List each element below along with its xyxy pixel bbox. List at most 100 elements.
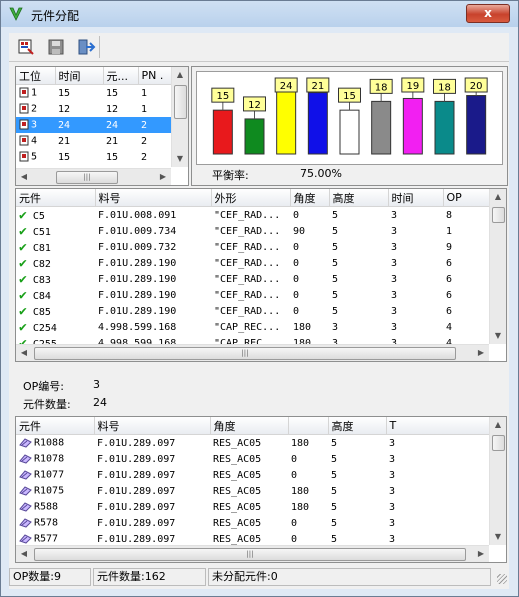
resistor-icon xyxy=(19,486,32,496)
scroll-thumb[interactable]: ||| xyxy=(34,548,466,561)
station-column-header[interactable]: 时间 xyxy=(55,67,104,85)
save-icon[interactable] xyxy=(45,37,67,57)
op-hscroll[interactable]: ◀ ||| ▶ xyxy=(16,545,489,562)
component-shape: "CEF_RAD... xyxy=(214,273,281,285)
component-row[interactable]: ✔ C85 F.01U.289.190 "CEF_RAD... 0 5 3 6 xyxy=(16,303,490,319)
op-component-column-header[interactable] xyxy=(288,417,329,435)
station-id-cell: 4 xyxy=(16,133,55,149)
component-row[interactable]: ✔ C51 F.01U.009.734 "CEF_RAD... 90 5 3 1 xyxy=(16,223,490,239)
op-component-row[interactable]: R1075 F.01U.289.097 RES_AC05 180 5 3 xyxy=(16,483,490,499)
scroll-up-icon[interactable]: ▲ xyxy=(490,189,506,205)
op-component-angle: 180 xyxy=(291,485,310,497)
component-row[interactable]: ✔ C254 4.998.599.168 "CAP_REC... 180 3 3 4 xyxy=(16,319,490,335)
station-id: 5 xyxy=(31,151,38,163)
component-column-header[interactable]: OP xyxy=(443,189,491,207)
op-component-column-header[interactable]: 高度 xyxy=(328,417,387,435)
title-bar[interactable]: 元件分配 x xyxy=(1,1,518,27)
station-row[interactable]: 3 24 24 2 xyxy=(16,117,172,133)
scroll-thumb[interactable] xyxy=(174,85,187,119)
scroll-up-icon[interactable]: ▲ xyxy=(172,67,188,83)
station-row[interactable]: 4 21 21 2 xyxy=(16,133,172,149)
resize-grip-icon[interactable] xyxy=(497,574,507,584)
scroll-right-icon[interactable]: ▶ xyxy=(473,345,489,361)
station-column-header[interactable]: 工位 xyxy=(16,67,56,85)
resistor-icon xyxy=(19,454,32,464)
component-row[interactable]: ✔ C81 F.01U.009.732 "CEF_RAD... 0 5 3 9 xyxy=(16,239,490,255)
component-row[interactable]: ✔ C84 F.01U.289.190 "CEF_RAD... 0 5 3 6 xyxy=(16,287,490,303)
close-button[interactable]: x xyxy=(466,4,510,23)
op-component-row[interactable]: R1088 F.01U.289.097 RES_AC05 180 5 3 xyxy=(16,435,490,452)
component-angle: 0 xyxy=(293,257,300,269)
station-row[interactable]: 5 15 15 2 xyxy=(16,149,172,165)
check-icon: ✔ xyxy=(19,319,27,335)
assign-icon[interactable] xyxy=(15,37,37,57)
resistor-icon xyxy=(19,470,32,480)
station-icon xyxy=(19,119,29,130)
component-vscroll[interactable]: ▲ ▼ xyxy=(489,189,506,344)
station-column-header[interactable]: 元... xyxy=(103,67,139,85)
op-component-row[interactable]: R578 F.01U.289.097 RES_AC05 0 5 3 xyxy=(16,515,490,531)
op-component-column-header[interactable]: 元件 xyxy=(16,417,95,435)
op-component-angle: 0 xyxy=(291,453,298,465)
component-row[interactable]: ✔ C5 F.01U.008.091 "CEF_RAD... 0 5 3 8 xyxy=(16,207,490,224)
component-column-header[interactable]: 外形 xyxy=(211,189,291,207)
op-component-angle: 180 xyxy=(291,437,310,449)
op-component-t: 3 xyxy=(389,501,396,513)
op-component-part: F.01U.289.097 xyxy=(97,469,176,481)
scroll-right-icon[interactable]: ▶ xyxy=(473,546,489,562)
op-component-row[interactable]: R588 F.01U.289.097 RES_AC05 180 5 3 xyxy=(16,499,490,515)
scroll-left-icon[interactable]: ◀ xyxy=(16,546,32,562)
scroll-down-icon[interactable]: ▼ xyxy=(172,151,188,167)
op-component-row[interactable]: R1077 F.01U.289.097 RES_AC05 0 5 3 xyxy=(16,467,490,483)
component-column-header[interactable]: 元件 xyxy=(16,189,96,207)
station-hscroll[interactable]: ◀ ||| ▶ xyxy=(16,168,171,185)
op-component-column-header[interactable]: T xyxy=(386,417,491,435)
component-shape: "CEF_RAD... xyxy=(214,241,281,253)
op-component-column-header[interactable]: 料号 xyxy=(94,417,211,435)
op-component-ref-cell: R1075 xyxy=(16,483,94,499)
station-id: 4 xyxy=(31,135,38,147)
scroll-thumb[interactable] xyxy=(492,207,505,223)
component-column-header[interactable]: 高度 xyxy=(329,189,389,207)
station-column-header[interactable]: PN . xyxy=(138,67,173,85)
check-icon: ✔ xyxy=(19,255,27,271)
chart-bar xyxy=(371,100,392,155)
toolbar-separator xyxy=(99,36,100,58)
component-column-header[interactable]: 时间 xyxy=(388,189,444,207)
station-row[interactable]: 2 12 12 1 xyxy=(16,101,172,117)
station-row[interactable]: 1 15 15 1 xyxy=(16,85,172,102)
component-row[interactable]: ✔ C82 F.01U.289.190 "CEF_RAD... 0 5 3 6 xyxy=(16,255,490,271)
component-time: 3 xyxy=(391,225,398,237)
station-icon xyxy=(19,151,29,162)
exit-icon[interactable] xyxy=(75,37,97,57)
op-component-package: RES_AC05 xyxy=(213,485,262,497)
scroll-up-icon[interactable]: ▲ xyxy=(490,417,506,433)
op-vscroll[interactable]: ▲ ▼ xyxy=(489,417,506,545)
op-component-part: F.01U.289.097 xyxy=(97,485,176,497)
op-component-package: RES_AC05 xyxy=(213,469,262,481)
component-column-header[interactable]: 料号 xyxy=(95,189,212,207)
balance-chart: 15 12 24 21 15 18 19 18 20 xyxy=(196,71,503,165)
component-ref-cell: ✔ C84 xyxy=(16,287,95,303)
toolbar xyxy=(9,33,509,62)
component-row[interactable]: ✔ C83 F.01U.289.190 "CEF_RAD... 0 5 3 6 xyxy=(16,271,490,287)
scroll-right-icon[interactable]: ▶ xyxy=(155,169,171,185)
scroll-down-icon[interactable]: ▼ xyxy=(490,529,506,545)
scroll-left-icon[interactable]: ◀ xyxy=(16,345,32,361)
component-part: F.01U.289.190 xyxy=(98,289,177,301)
scroll-left-icon[interactable]: ◀ xyxy=(16,169,32,185)
scroll-thumb[interactable]: ||| xyxy=(34,347,456,360)
component-hscroll[interactable]: ◀ ||| ▶ xyxy=(16,344,489,361)
component-op: 1 xyxy=(446,225,453,237)
component-column-header[interactable]: 角度 xyxy=(290,189,330,207)
op-component-row[interactable]: R1078 F.01U.289.097 RES_AC05 0 5 3 xyxy=(16,451,490,467)
scroll-thumb[interactable]: ||| xyxy=(56,171,118,184)
scroll-thumb[interactable] xyxy=(492,435,505,451)
op-component-column-header[interactable]: 角度 xyxy=(210,417,289,435)
station-vscroll[interactable]: ▲ ▼ xyxy=(171,67,188,167)
component-ref: C81 xyxy=(26,242,51,254)
check-icon: ✔ xyxy=(19,287,27,303)
check-icon: ✔ xyxy=(19,303,27,319)
scroll-down-icon[interactable]: ▼ xyxy=(490,328,506,344)
component-shape: "CEF_RAD... xyxy=(214,225,281,237)
